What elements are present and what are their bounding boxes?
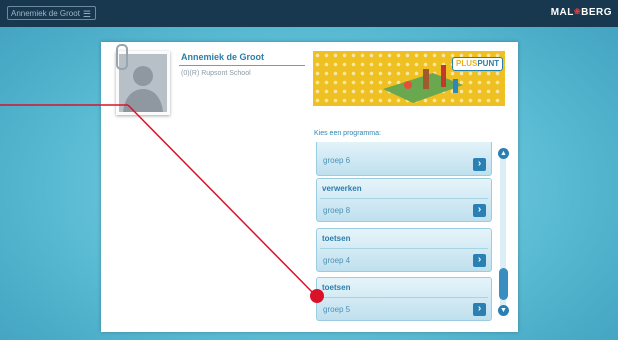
pointer-line-diagonal (127, 104, 317, 297)
pointer-dot (310, 289, 324, 303)
annotation-pointer (0, 104, 324, 303)
